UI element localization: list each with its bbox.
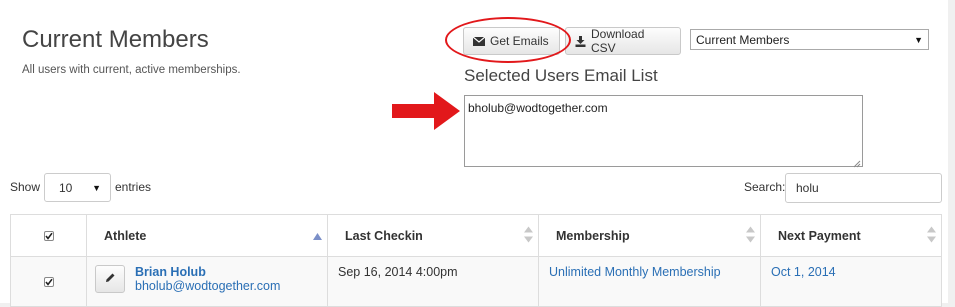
athlete-name-link[interactable]: Brian Holub: [97, 265, 317, 279]
members-panel: Current Members All users with current, …: [0, 0, 948, 307]
members-table: Athlete Last Checkin Membership Next Pay…: [10, 214, 942, 307]
member-filter-value: Current Members: [696, 32, 790, 47]
page-size-select[interactable]: 10 ▼: [44, 173, 111, 202]
edit-member-button[interactable]: [95, 265, 125, 293]
table-header-row: Athlete Last Checkin Membership Next Pay…: [10, 214, 942, 257]
pencil-icon: [105, 272, 116, 286]
athlete-email-link[interactable]: bholub@wodtogether.com: [97, 279, 317, 293]
email-list-textarea[interactable]: bholub@wodtogether.com: [464, 95, 863, 168]
next-payment-cell: Oct 1, 2014: [760, 256, 942, 307]
search-label: Search:: [744, 180, 786, 194]
download-csv-label: Download CSV: [591, 27, 645, 55]
annotation-arrow-icon: [392, 92, 462, 135]
last-checkin-cell: Sep 16, 2014 4:00pm: [327, 256, 539, 307]
select-all-checkbox[interactable]: [43, 230, 54, 241]
download-csv-button[interactable]: Download CSV: [565, 27, 681, 55]
resize-grip-icon[interactable]: [853, 157, 861, 168]
page-subtitle: All users with current, active membershi…: [22, 64, 241, 76]
row-select-cell: [10, 256, 87, 307]
membership-link[interactable]: Unlimited Monthly Membership: [549, 265, 721, 279]
member-filter-select[interactable]: Current Members ▼: [690, 29, 929, 50]
caret-down-icon: ▼: [92, 182, 101, 193]
show-label: Show: [10, 180, 41, 194]
sort-both-icon: [524, 226, 533, 245]
page-title: Current Members: [22, 26, 209, 53]
select-all-header[interactable]: [10, 214, 87, 257]
athlete-cell: Brian Holub bholub@wodtogether.com: [86, 256, 328, 307]
column-header-membership[interactable]: Membership: [538, 214, 761, 257]
download-icon: [575, 35, 586, 47]
table-row: Brian Holub bholub@wodtogether.com Sep 1…: [10, 256, 942, 307]
search-value: holu: [796, 181, 819, 195]
sort-both-icon: [927, 226, 936, 245]
search-input[interactable]: holu: [785, 173, 942, 203]
next-payment-link[interactable]: Oct 1, 2014: [771, 265, 836, 279]
column-header-athlete[interactable]: Athlete: [86, 214, 328, 257]
caret-down-icon: ▼: [914, 34, 923, 45]
membership-cell: Unlimited Monthly Membership: [538, 256, 761, 307]
sort-asc-icon: [313, 229, 322, 243]
row-checkbox[interactable]: [43, 277, 54, 287]
email-list-value: bholub@wodtogether.com: [468, 101, 608, 115]
column-header-last-checkin[interactable]: Last Checkin: [327, 214, 539, 257]
entries-label: entries: [115, 180, 152, 194]
email-list-title: Selected Users Email List: [464, 66, 658, 85]
column-header-next-payment[interactable]: Next Payment: [760, 214, 942, 257]
annotation-circle: [445, 17, 571, 63]
sort-both-icon: [746, 226, 755, 245]
page-size-value: 10: [59, 180, 73, 195]
